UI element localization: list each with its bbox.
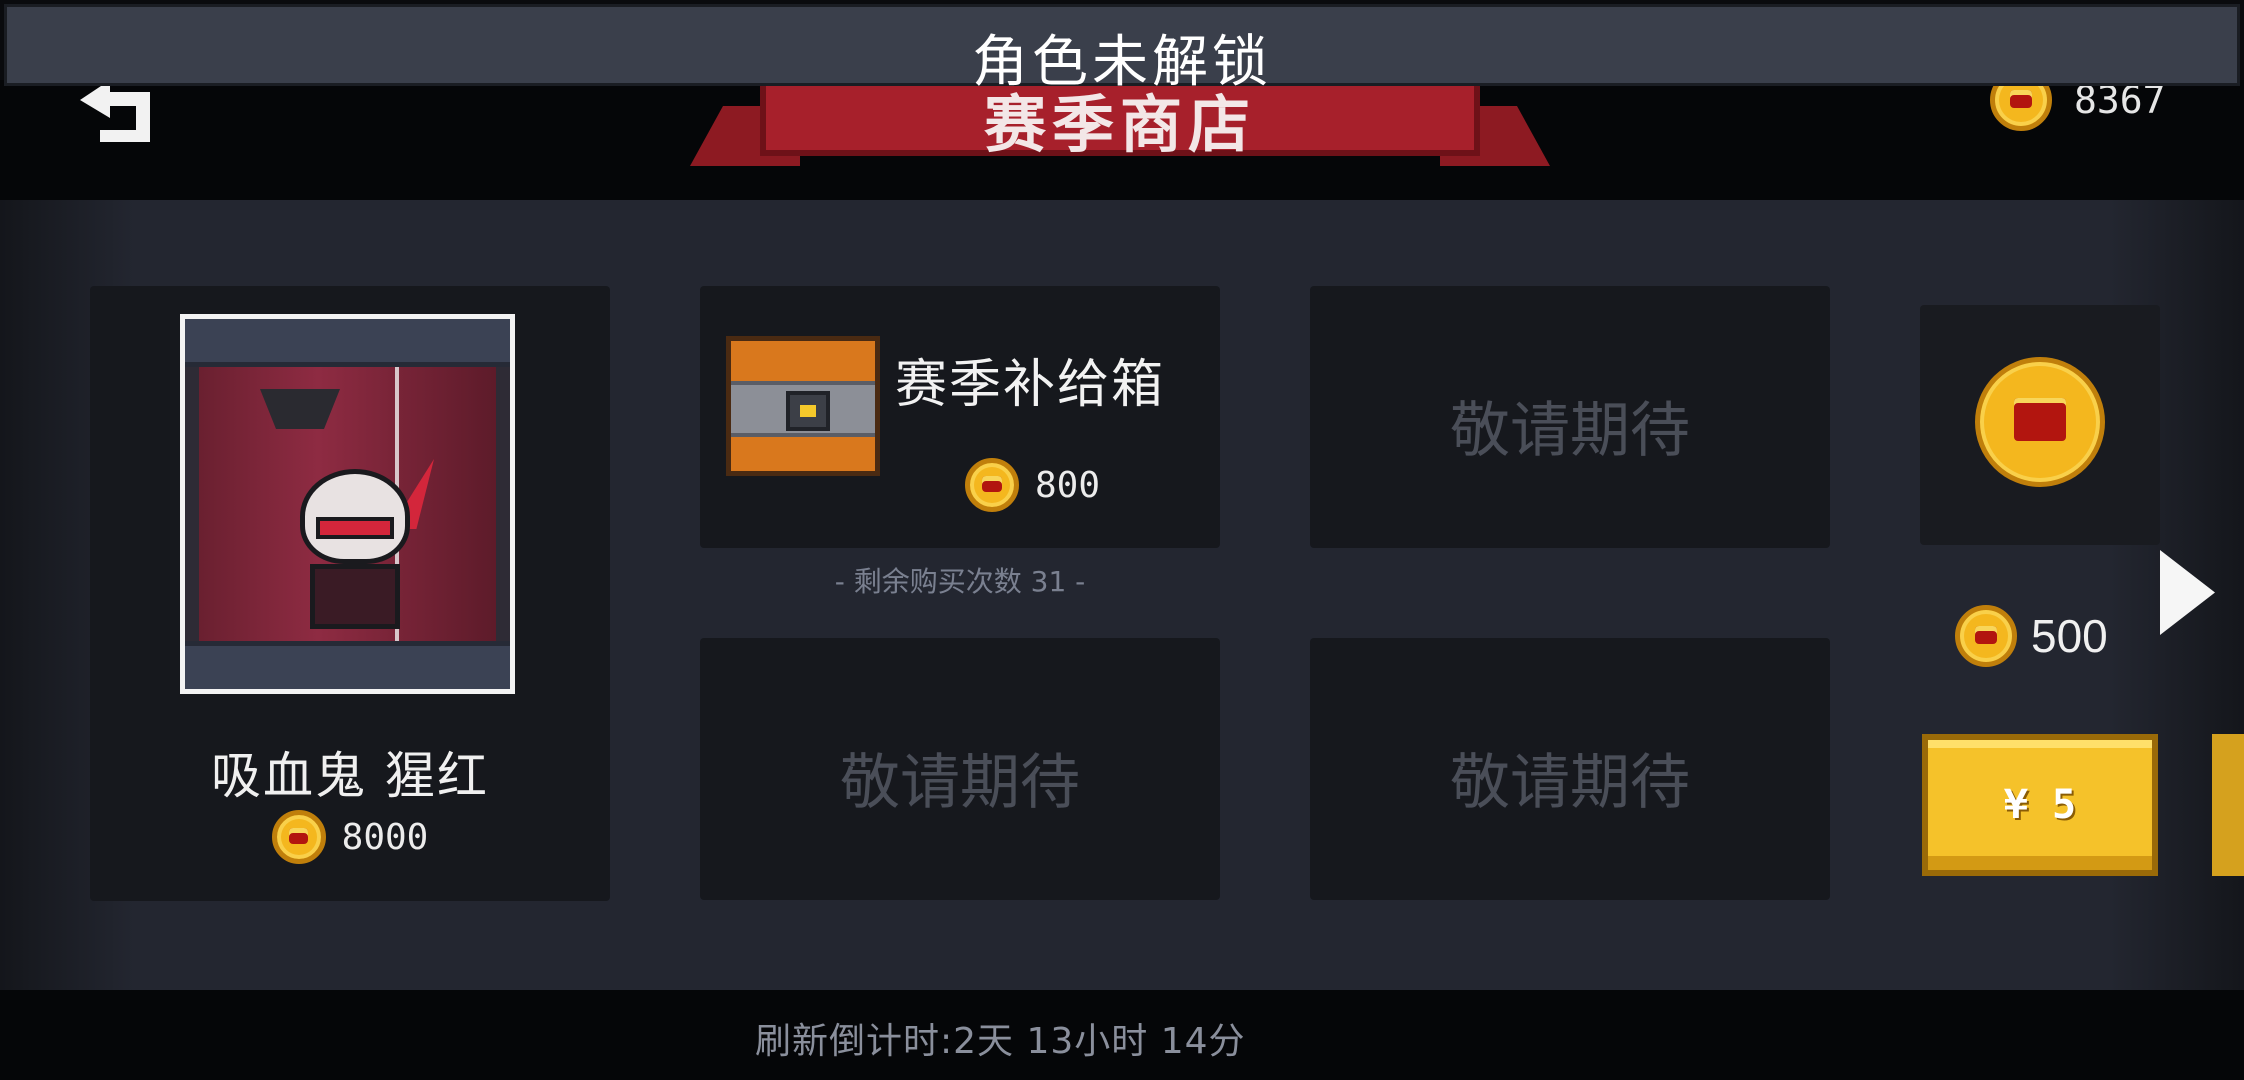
gold-pack-amount-value: 500 [2031,610,2108,662]
character-item-card[interactable]: 吸血鬼 猩红 8000 [90,286,610,901]
coming-soon-slot: 敬请期待 [1310,286,1830,548]
coming-soon-label: 敬请期待 [840,748,1080,818]
coming-soon-slot: 敬请期待 [1310,638,1830,900]
game-shop-screen: 赛季商店 8367 角色未解锁 吸血鬼 猩红 8000 赛季补给箱 800 - … [0,0,2244,1080]
coming-soon-label: 敬请期待 [1450,396,1690,466]
gold-pack-card[interactable] [1920,305,2160,545]
buy-gold-button[interactable]: ¥ 5 [1922,734,2158,876]
capsule-top [185,319,510,367]
coin-icon [1975,357,2105,487]
character-visor [316,517,394,539]
chest-lock [786,391,830,431]
character-price-value: 8000 [341,816,429,858]
vampire-character-sprite [280,459,434,629]
supply-box-item-card[interactable]: 赛季补给箱 800 [700,286,1220,548]
supply-box-price: 800 [965,458,1100,512]
coming-soon-label: 敬请期待 [1450,748,1690,818]
unlock-notice-bar: 角色未解锁 [4,4,2240,95]
unlock-notice-text: 角色未解锁 [972,30,1272,95]
remaining-purchases: - 剩余购买次数 31 - [834,565,1086,598]
coin-icon [271,810,326,864]
character-capsule-image [180,314,515,694]
treasure-chest-icon [726,336,880,476]
supply-box-title: 赛季补给箱 [895,355,1166,415]
refresh-countdown: 刷新倒计时:2天 13小时 14分 [755,1021,1246,1062]
coin-icon [965,458,1019,512]
supply-box-price-value: 800 [1035,464,1101,506]
capsule-bottom [185,641,510,689]
coming-soon-slot: 敬请期待 [700,638,1220,900]
coin-icon [1955,605,2017,667]
character-name: 吸血鬼 猩红 [211,747,489,805]
gold-pack-amount: 500 [1955,605,2108,667]
character-price: 8000 [90,810,610,864]
next-buy-button-partial[interactable] [2212,734,2244,876]
character-body [310,564,400,629]
